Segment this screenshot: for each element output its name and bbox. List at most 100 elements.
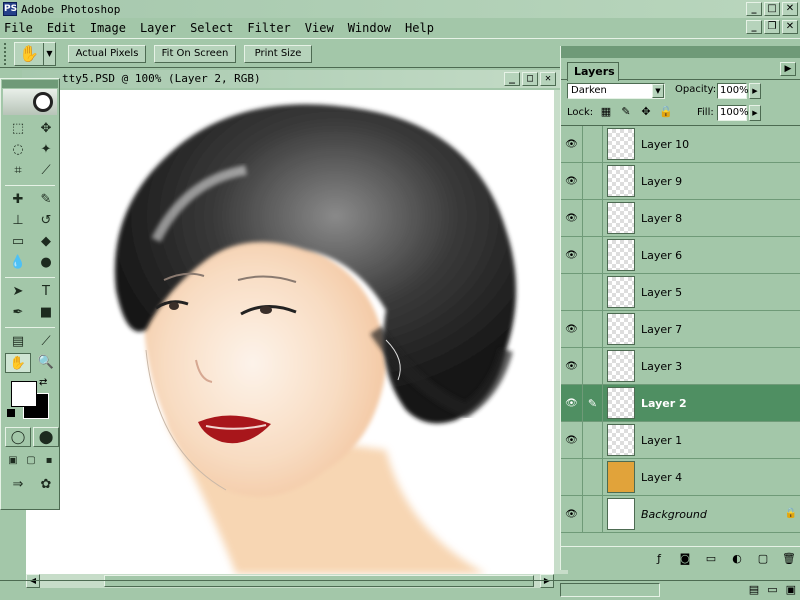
full-screen-mode-icon[interactable]: ▪ — [41, 451, 57, 471]
photoshop-logo[interactable] — [3, 89, 57, 115]
layer-visibility-toggle[interactable]: 👁 — [561, 496, 583, 532]
image-canvas[interactable] — [26, 90, 554, 574]
layer-row[interactable]: 👁 Layer 10 — [561, 126, 800, 163]
lasso-tool-icon[interactable]: ◌ — [5, 140, 31, 160]
layer-visibility-toggle[interactable] — [561, 459, 583, 495]
menu-window[interactable]: Window — [348, 21, 391, 35]
path-selection-tool-icon[interactable]: ➤ — [5, 282, 31, 302]
blend-mode-select[interactable]: Darken ▼ — [567, 83, 665, 99]
layer-style-icon[interactable]: ƒ — [651, 551, 667, 567]
opacity-input[interactable]: 100% — [717, 83, 749, 99]
layer-link-toggle[interactable] — [583, 348, 603, 384]
expand-palette-icon[interactable]: ▣ — [786, 583, 796, 596]
layer-row[interactable]: Layer 4 — [561, 459, 800, 496]
close-button[interactable]: ✕ — [782, 2, 798, 16]
layer-link-toggle[interactable] — [583, 200, 603, 236]
new-layer-set-icon[interactable]: ▭ — [703, 551, 719, 567]
layer-link-toggle[interactable]: ✎ — [583, 385, 603, 421]
layer-link-toggle[interactable] — [583, 163, 603, 199]
layer-row[interactable]: 👁 Layer 9 — [561, 163, 800, 200]
menu-view[interactable]: View — [305, 21, 334, 35]
toolbox-header[interactable] — [2, 80, 58, 88]
document-minimize-button[interactable]: _ — [504, 72, 520, 86]
new-layer-icon[interactable]: ▢ — [755, 551, 771, 567]
palette-menu-icon[interactable]: ▶ — [780, 62, 796, 76]
layer-link-toggle[interactable] — [583, 496, 603, 532]
hand-tool-icon[interactable]: ✋ — [5, 353, 31, 373]
brush-tool-icon[interactable]: ✎ — [33, 190, 59, 210]
layer-visibility-toggle[interactable] — [561, 274, 583, 310]
notes-tool-icon[interactable]: ▤ — [5, 332, 31, 352]
jump-to-imageready-icon[interactable]: ⇒ — [5, 475, 31, 495]
layer-visibility-toggle[interactable]: 👁 — [561, 422, 583, 458]
default-colors-icon[interactable] — [7, 409, 15, 417]
layer-row[interactable]: 👁 Layer 1 — [561, 422, 800, 459]
layer-link-toggle[interactable] — [583, 459, 603, 495]
lock-all-icon[interactable]: 🔒 — [659, 105, 673, 119]
layer-row[interactable]: 👁 Layer 7 — [561, 311, 800, 348]
lock-transparency-icon[interactable]: ▦ — [599, 105, 613, 119]
layer-visibility-toggle[interactable]: 👁 — [561, 163, 583, 199]
paint-bucket-tool-icon[interactable]: ◆ — [33, 232, 59, 252]
menu-edit[interactable]: Edit — [47, 21, 76, 35]
standard-screen-mode-icon[interactable]: ▣ — [5, 451, 21, 471]
fit-on-screen-button[interactable]: Fit On Screen — [154, 45, 236, 63]
marquee-tool-icon[interactable]: ⬚ — [5, 119, 31, 139]
layer-visibility-toggle[interactable]: 👁 — [561, 126, 583, 162]
layer-row[interactable]: 👁 Background 🔒 — [561, 496, 800, 533]
palette-well-icon[interactable]: ▤ — [749, 583, 759, 596]
pen-tool-icon[interactable]: ✒ — [5, 303, 31, 323]
layer-visibility-toggle[interactable]: 👁 — [561, 311, 583, 347]
options-grip[interactable] — [4, 43, 9, 65]
doc-minimize-button[interactable]: _ — [746, 20, 762, 34]
palette-header[interactable] — [561, 46, 800, 58]
zoom-tool-icon[interactable]: 🔍 — [33, 353, 59, 373]
crop-tool-icon[interactable]: ⌗ — [5, 161, 31, 181]
menu-file[interactable]: File — [4, 21, 33, 35]
fill-input[interactable]: 100% — [717, 105, 749, 121]
doc-close-button[interactable]: ✕ — [782, 20, 798, 34]
menu-image[interactable]: Image — [90, 21, 126, 35]
layer-link-toggle[interactable] — [583, 311, 603, 347]
new-adjustment-layer-icon[interactable]: ◐ — [729, 551, 745, 567]
layer-row[interactable]: Layer 5 — [561, 274, 800, 311]
menu-layer[interactable]: Layer — [140, 21, 176, 35]
print-size-button[interactable]: Print Size — [244, 45, 312, 63]
layer-link-toggle[interactable] — [583, 422, 603, 458]
layer-visibility-toggle[interactable]: 👁 — [561, 348, 583, 384]
layer-visibility-toggle[interactable]: 👁 — [561, 200, 583, 236]
document-close-button[interactable]: ✕ — [540, 72, 556, 86]
blur-tool-icon[interactable]: 💧 — [5, 253, 31, 273]
layer-link-toggle[interactable] — [583, 237, 603, 273]
layer-visibility-toggle[interactable]: 👁 — [561, 385, 583, 421]
menu-select[interactable]: Select — [190, 21, 233, 35]
doc-restore-button[interactable]: ❐ — [764, 20, 780, 34]
lock-position-icon[interactable]: ✥ — [639, 105, 653, 119]
imageready-icon[interactable]: ✿ — [33, 475, 59, 495]
rectangle-tool-icon[interactable]: ■ — [33, 303, 59, 323]
delete-layer-icon[interactable]: 🗑 — [781, 551, 797, 567]
menu-filter[interactable]: Filter — [247, 21, 290, 35]
eyedropper-tool-icon[interactable]: ⟋ — [33, 332, 59, 352]
type-tool-icon[interactable]: T — [33, 282, 59, 302]
menu-help[interactable]: Help — [405, 21, 434, 35]
layer-row[interactable]: 👁 Layer 8 — [561, 200, 800, 237]
swap-colors-icon[interactable]: ⇄ — [39, 377, 47, 388]
tool-preset-picker[interactable]: ✋ ▼ — [14, 42, 56, 66]
actual-pixels-button[interactable]: Actual Pixels — [68, 45, 146, 63]
clone-stamp-tool-icon[interactable]: ⊥ — [5, 211, 31, 231]
magic-wand-tool-icon[interactable]: ✦ — [33, 140, 59, 160]
history-brush-tool-icon[interactable]: ↺ — [33, 211, 59, 231]
healing-brush-tool-icon[interactable]: ✚ — [5, 190, 31, 210]
foreground-color-swatch[interactable] — [11, 381, 37, 407]
full-screen-menu-mode-icon[interactable]: ▢ — [23, 451, 39, 471]
standard-mode-icon[interactable]: ◯ — [5, 427, 31, 447]
eraser-tool-icon[interactable]: ▭ — [5, 232, 31, 252]
minimize-palette-icon[interactable]: ▭ — [767, 583, 777, 596]
tab-layers[interactable]: Layers — [567, 62, 619, 81]
fill-slider-arrow-icon[interactable]: ▶ — [749, 105, 761, 121]
opacity-slider-arrow-icon[interactable]: ▶ — [749, 83, 761, 99]
minimize-button[interactable]: _ — [746, 2, 762, 16]
layer-link-toggle[interactable] — [583, 274, 603, 310]
layer-row[interactable]: 👁 Layer 6 — [561, 237, 800, 274]
